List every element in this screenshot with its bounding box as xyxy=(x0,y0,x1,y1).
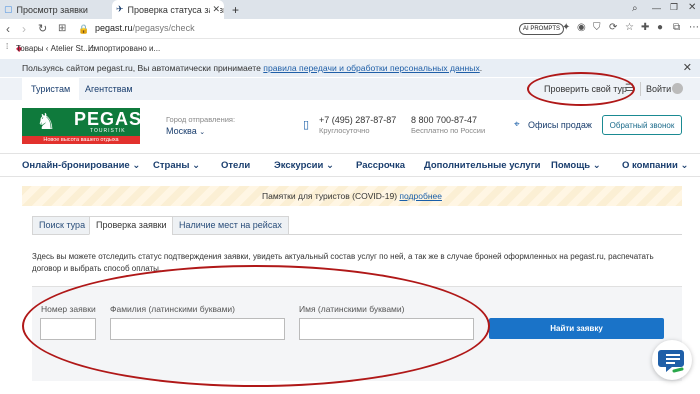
profile-icon[interactable]: ● xyxy=(657,22,663,33)
star-icon[interactable]: ☆ xyxy=(625,22,634,33)
menu-item-countries[interactable]: Страны ⌄ xyxy=(153,160,200,171)
url-host: pegast.ru xyxy=(95,23,133,33)
chat-bubble-icon xyxy=(658,350,684,373)
phone-free[interactable]: 8 800 700-87-47 xyxy=(411,115,477,125)
divider xyxy=(640,82,641,96)
pegas-favicon-icon: ✈ xyxy=(116,4,124,14)
url-field[interactable]: pegast.ru/pegasys/check xyxy=(95,23,195,33)
phone-icon: ▯ xyxy=(303,119,310,131)
browser-tab-label: Просмотр заявки xyxy=(16,4,88,15)
browser-tab-bar: ▢ Просмотр заявки ✈ Проверка статуса зая… xyxy=(0,0,700,19)
tab-agencies[interactable]: Агентствам xyxy=(76,78,142,100)
callback-button[interactable]: Обратный звонок xyxy=(602,115,682,135)
tab-order-check[interactable]: Проверка заявки xyxy=(89,216,174,235)
menu-item-help[interactable]: Помощь ⌄ xyxy=(551,160,601,171)
menu-label: О компании xyxy=(622,160,678,171)
annotation-ellipse-check-tour xyxy=(527,72,635,106)
user-icon[interactable] xyxy=(672,83,683,94)
covid-more-link[interactable]: подробнее xyxy=(399,191,442,201)
menu-item-about[interactable]: О компании ⌄ xyxy=(622,160,688,171)
page-icon: ▢ xyxy=(4,4,13,14)
menu-item-excursions[interactable]: Экскурсии ⌄ xyxy=(274,160,334,171)
location-pin-icon: ⌖ xyxy=(514,119,520,130)
back-icon[interactable]: ‹ xyxy=(6,21,10,37)
login-link[interactable]: Войти xyxy=(646,84,671,94)
collections-icon[interactable]: ⧉ xyxy=(673,22,680,33)
shield-icon[interactable]: ⛉ xyxy=(593,22,601,33)
find-order-button[interactable]: Найти заявку xyxy=(489,318,664,339)
restore-icon[interactable]: ❐ xyxy=(670,2,678,13)
logo-slogan: Новое высота вашего отдыха xyxy=(22,136,140,144)
reload-icon[interactable]: ↻ xyxy=(38,21,47,37)
logo-text: PEGAS xyxy=(74,109,143,129)
privacy-policy-link[interactable]: правила передачи и обработки персональны… xyxy=(263,63,479,73)
chevron-down-icon: ⌄ xyxy=(199,129,206,136)
annotation-ellipse-form xyxy=(22,265,490,387)
departure-city-select[interactable]: Москва ⌄ xyxy=(166,126,205,136)
apps-icon[interactable]: ⁞ xyxy=(6,42,8,51)
offices-link[interactable]: Офисы продаж xyxy=(528,120,592,130)
menu-label: Страны xyxy=(153,160,190,171)
covid-text: Памятки для туристов (COVID-19) xyxy=(262,191,398,201)
tab-flight-seats[interactable]: Наличие мест на рейсах xyxy=(172,216,289,235)
camera-icon[interactable]: ◉ xyxy=(577,22,586,33)
search-icon[interactable]: ⌕ xyxy=(632,3,638,14)
menu-label: Экскурсии xyxy=(274,160,324,171)
phone-main-note: Круглосуточно xyxy=(319,126,370,135)
browser-tab-view-order[interactable]: ▢ Просмотр заявки xyxy=(0,0,110,19)
chevron-down-icon: ⌄ xyxy=(592,160,601,171)
chevron-down-icon: ⌄ xyxy=(192,160,201,171)
menu-label: Помощь xyxy=(551,160,591,171)
close-tab-icon[interactable]: ✕ xyxy=(210,4,220,15)
menu-item-hotels[interactable]: Отели xyxy=(221,160,250,171)
tab-grid-icon[interactable]: ⊞ xyxy=(58,21,66,37)
menu-item-online-booking[interactable]: Онлайн-бронирование ⌄ xyxy=(22,160,140,171)
city-value: Москва xyxy=(166,126,197,136)
url-path: /pegasys/check xyxy=(132,23,195,33)
bookmark-star-icon[interactable]: ✦ xyxy=(562,22,570,33)
pegasus-icon: ♞ xyxy=(36,109,56,134)
chevron-down-icon: ⌄ xyxy=(326,160,334,171)
lock-icon: 🔒 xyxy=(78,24,90,34)
browser-tab-check-status[interactable]: ✈ Проверка статуса заявки ✕ xyxy=(112,0,224,19)
cookie-text-row: Пользуясь сайтом pegast.ru, Вы автоматич… xyxy=(22,59,482,77)
departure-city-label: Город отправления: xyxy=(166,115,236,124)
cookie-text: Пользуясь сайтом pegast.ru, Вы автоматич… xyxy=(22,63,261,73)
tab-tourists[interactable]: Туристам xyxy=(22,78,80,100)
chat-widget[interactable] xyxy=(652,340,692,380)
chevron-down-icon: ⌄ xyxy=(680,160,689,171)
chevron-down-icon: ⌄ xyxy=(132,160,141,171)
close-window-icon[interactable]: ✕ xyxy=(688,2,696,13)
cookie-suffix: . xyxy=(479,63,483,73)
ai-prompts-button[interactable]: AI PROMPTS xyxy=(519,23,565,35)
more-icon[interactable]: ⋯ xyxy=(689,22,699,33)
close-cookie-icon[interactable]: ✕ xyxy=(683,59,692,77)
pegas-logo[interactable]: ♞ PEGAS TOURISTIK Новое высота вашего от… xyxy=(22,108,143,144)
new-tab-button[interactable]: + xyxy=(228,0,242,19)
menu-item-extra-services[interactable]: Дополнительные услуги xyxy=(424,160,541,171)
address-bar: ‹ › ↻ ⊞ 🔒 pegast.ru/pegasys/check AI PRO… xyxy=(0,19,700,39)
covid-banner: Памятки для туристов (COVID-19) подробне… xyxy=(22,186,682,206)
forward-icon[interactable]: › xyxy=(22,21,26,37)
menu-label: Онлайн-бронирование xyxy=(22,160,130,171)
sync-icon[interactable]: ⟳ xyxy=(609,22,617,33)
main-menu: Онлайн-бронирование ⌄ Страны ⌄ Отели Экс… xyxy=(0,153,700,177)
bookmarks-bar: ⁞ ◆ Товары ‹ Atelier St... ▭ Импортирова… xyxy=(0,40,700,55)
phone-free-note: Бесплатно по России xyxy=(411,126,486,135)
phone-main[interactable]: +7 (495) 287-87-87 xyxy=(319,115,396,125)
menu-item-installments[interactable]: Рассрочка xyxy=(356,160,405,171)
bookmark-label: Товары ‹ Atelier St... xyxy=(16,44,90,53)
tab-tour-search[interactable]: Поиск тура xyxy=(32,216,93,235)
logo-sub: TOURISTIK xyxy=(90,128,126,134)
extensions-icon[interactable]: ✚ xyxy=(641,22,649,33)
minimize-icon[interactable]: — xyxy=(652,3,661,13)
bookmark-label: Импортировано и... xyxy=(88,44,161,53)
